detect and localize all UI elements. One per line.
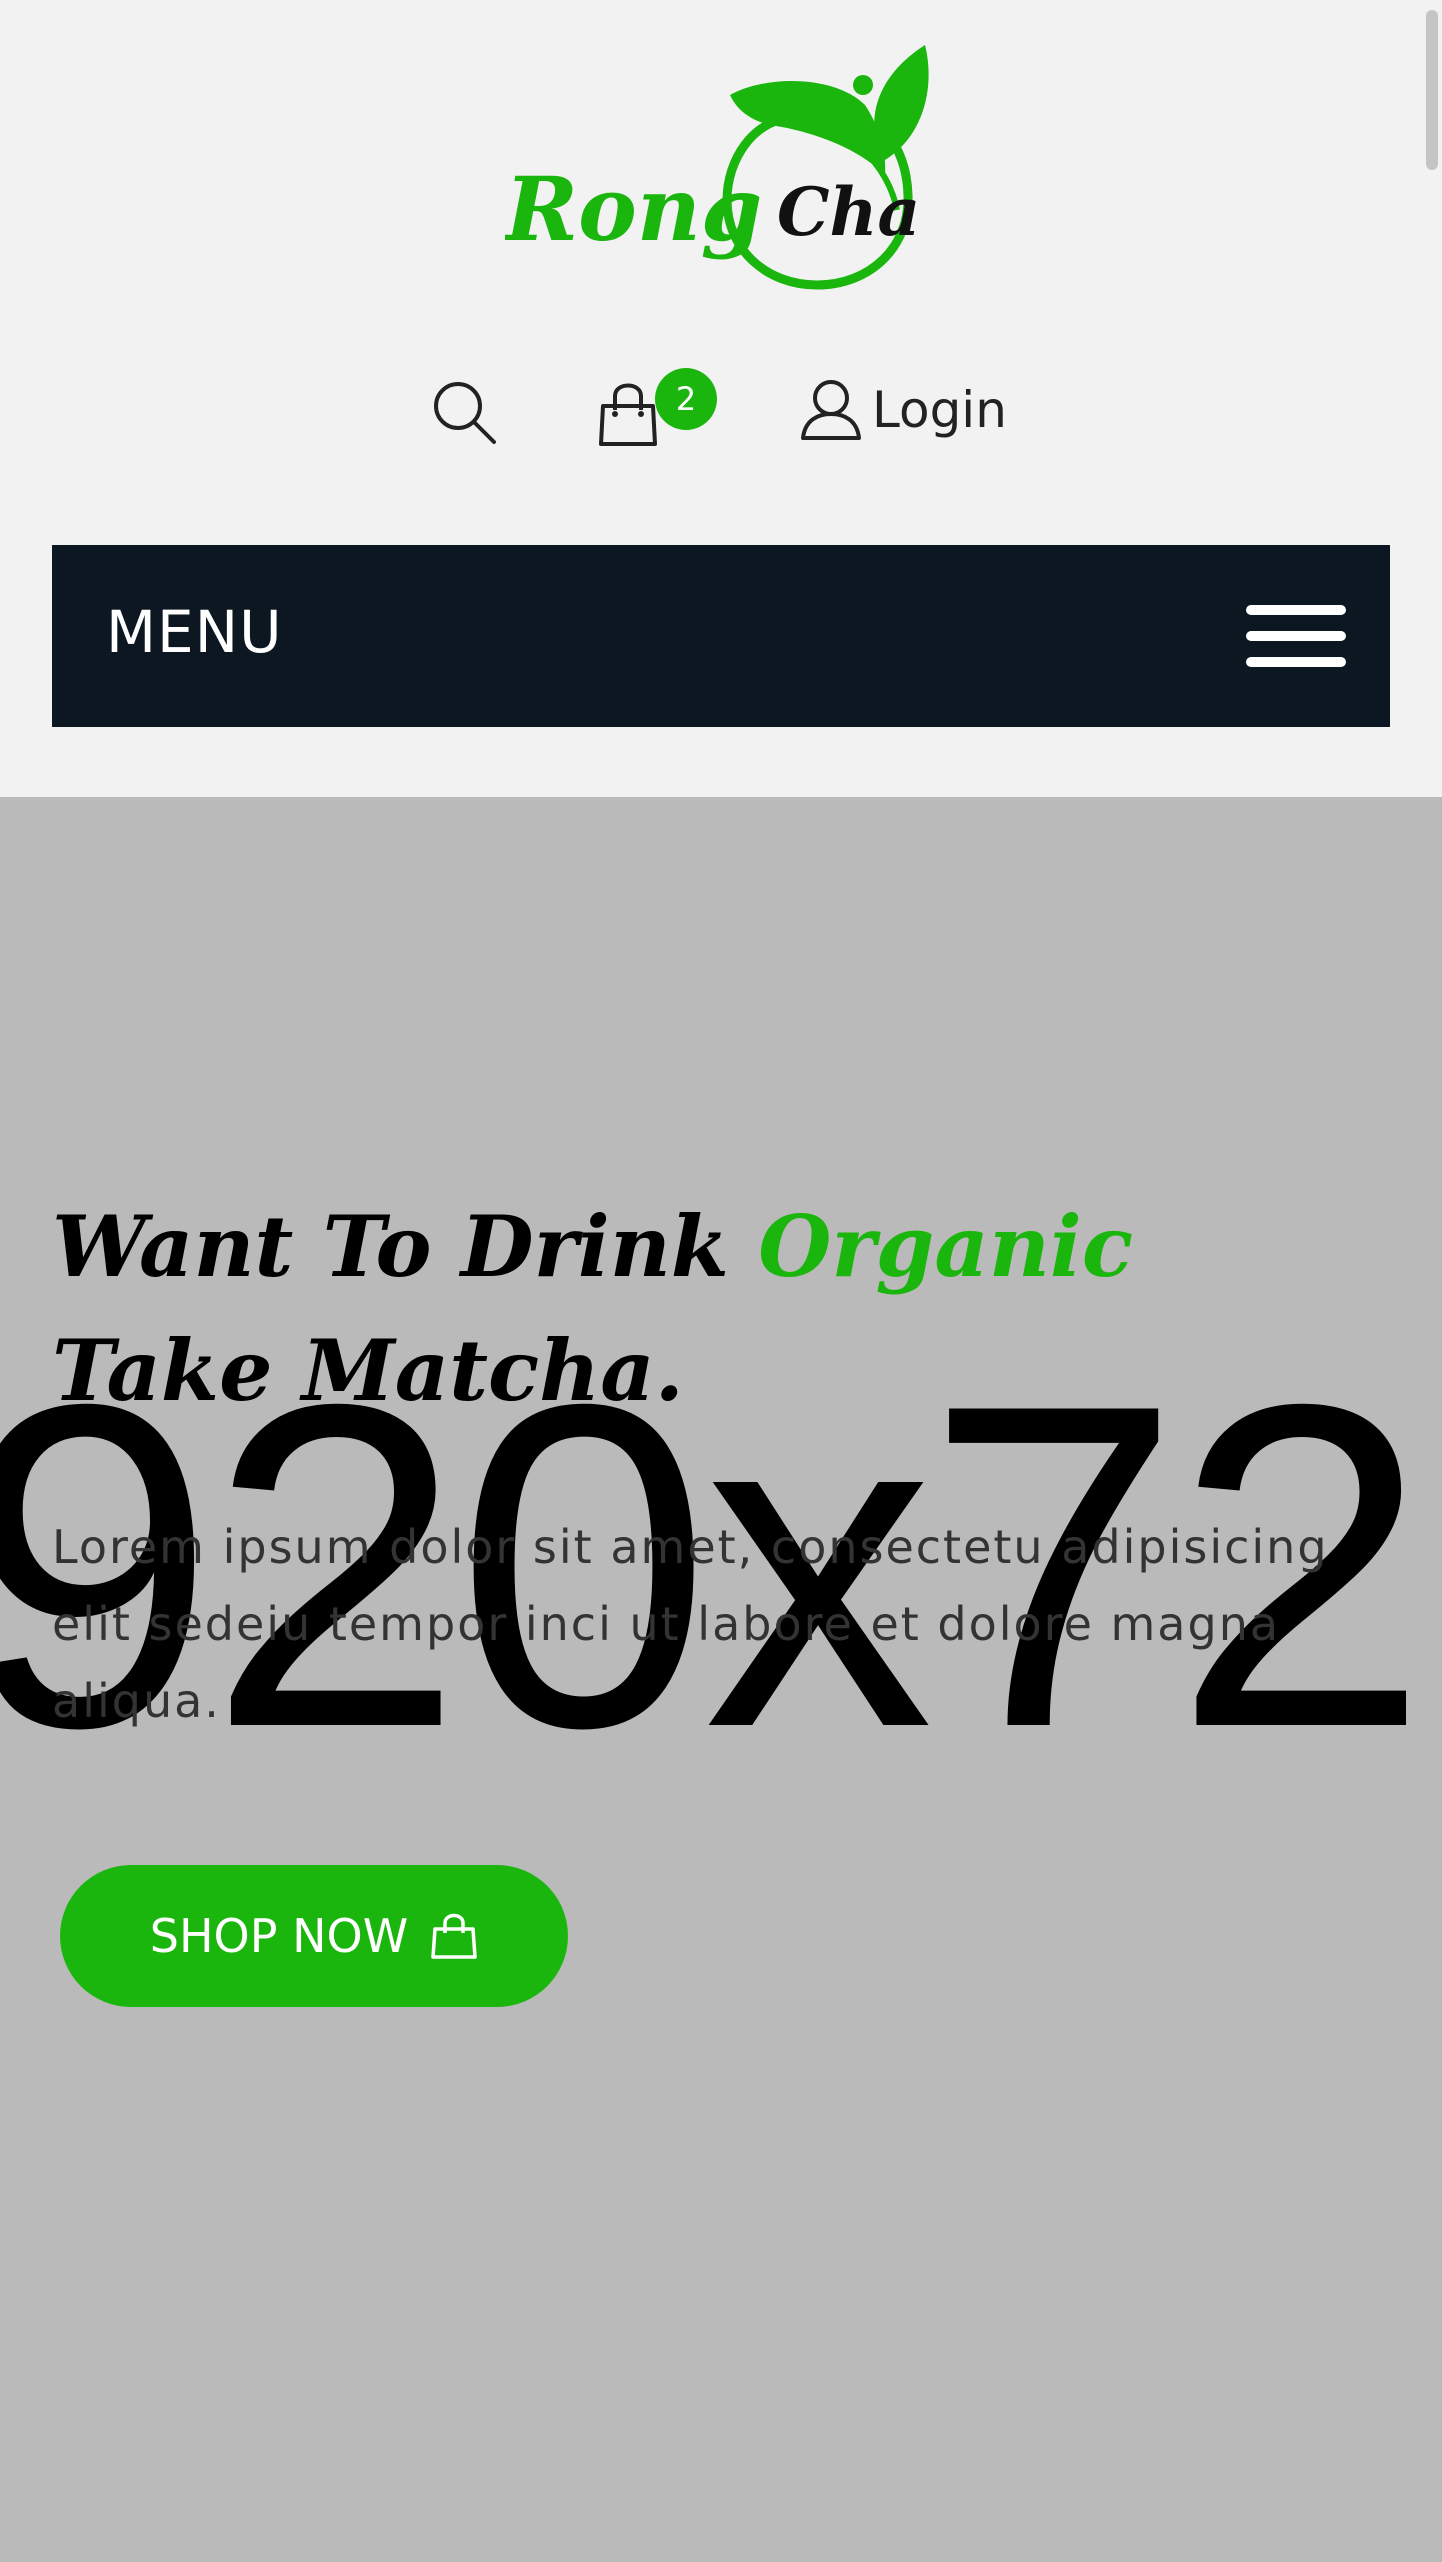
user-icon — [801, 380, 861, 440]
hero-description: Lorem ipsum dolor sit amet, consectetu a… — [52, 1520, 1329, 1728]
search-button[interactable] — [432, 380, 498, 446]
search-icon — [434, 382, 496, 444]
site-header: Rong Cha 2 Login MENU — [0, 0, 1442, 797]
hero-title-highlight: Organic — [758, 1197, 1133, 1296]
menu-bar[interactable]: MENU — [52, 545, 1390, 727]
hero-title-part1: Want To Drink — [52, 1197, 759, 1296]
hero-title: Want To Drink Organic Take Matcha. — [52, 1185, 1352, 1433]
cart-count-badge: 2 — [655, 368, 717, 430]
shop-now-button[interactable]: SHOP NOW — [60, 1865, 568, 2007]
header-actions: 2 Login — [0, 368, 1442, 450]
hero-banner: 920x72 Want To Drink Organic Take Matcha… — [0, 797, 1442, 2562]
cart-button[interactable]: 2 — [595, 368, 717, 450]
menu-label: MENU — [106, 598, 283, 666]
logo-word-cha: Cha — [777, 173, 920, 251]
logo-word-rong: Rong — [505, 157, 762, 261]
shopping-bag-icon — [599, 383, 657, 446]
hero-title-part2: Take Matcha. — [52, 1321, 684, 1420]
shopping-bag-icon — [430, 1911, 478, 1961]
login-label: Login — [872, 381, 1007, 439]
scrollbar[interactable] — [1420, 0, 1442, 2562]
login-button[interactable]: Login — [800, 370, 1007, 450]
hamburger-icon[interactable] — [1246, 605, 1346, 667]
scrollbar-thumb[interactable] — [1426, 10, 1438, 170]
site-logo[interactable]: Rong Cha — [505, 35, 940, 315]
shop-now-label: SHOP NOW — [149, 1909, 409, 1963]
